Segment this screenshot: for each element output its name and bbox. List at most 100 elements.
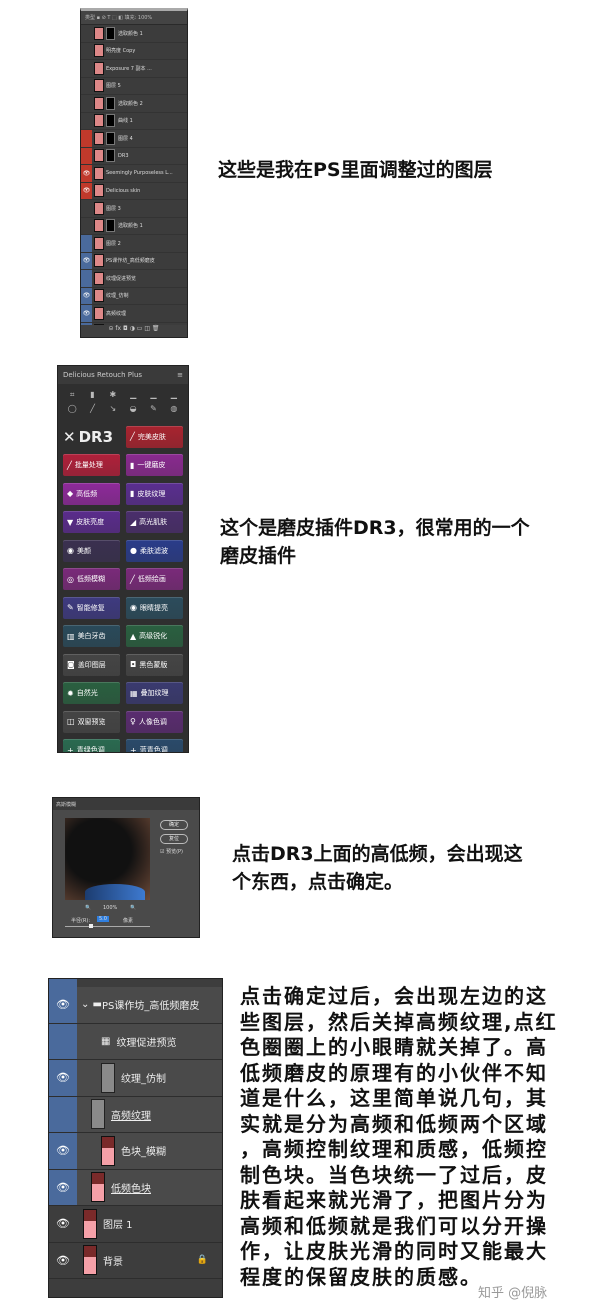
visibility-eye-icon[interactable] (81, 95, 92, 112)
layer-row[interactable]: 图层 5 (81, 78, 187, 95)
visibility-eye-icon[interactable] (81, 147, 92, 164)
dr3-button-10[interactable]: ◎ 低频模糊 (63, 568, 120, 590)
button-icon: ◎ (67, 574, 74, 584)
dr3-button-5[interactable]: ▮ 皮肤纹理 (126, 482, 183, 505)
visibility-eye-icon[interactable] (81, 235, 92, 252)
ok-button[interactable]: 确定 (160, 820, 188, 830)
dr3-button-23[interactable]: + 蓝青色调 (126, 739, 183, 752)
tool-icon[interactable]: ◍ (166, 404, 182, 413)
layer-row[interactable]: 选取颜色 1 (81, 218, 187, 235)
layer-thumbnail (94, 254, 104, 268)
layer-row[interactable]: 高频纹理 (49, 1096, 222, 1133)
visibility-eye-icon[interactable]: 👁 (49, 1169, 77, 1205)
tool-icon[interactable]: ⌗ (64, 390, 80, 400)
dr3-button-19[interactable]: ▦ 叠加纹理 (126, 682, 183, 704)
tool-icon[interactable]: ▁ (125, 390, 141, 400)
dr3-button-4[interactable]: ◆ 高低频 (63, 482, 120, 505)
visibility-eye-icon[interactable]: 👁 (81, 287, 92, 304)
visibility-eye-icon[interactable] (81, 113, 92, 130)
visibility-eye-icon[interactable]: 👁 (81, 305, 92, 322)
visibility-eye-icon[interactable]: 👁 (81, 252, 92, 269)
layer-row[interactable]: 👁 色块_模糊 (49, 1133, 222, 1170)
dr3-button-7[interactable]: ◢ 高光肌肤 (126, 511, 183, 533)
tool-icon[interactable]: ◒ (125, 404, 141, 413)
dr3-button-20[interactable]: ◫ 双窗预览 (63, 710, 120, 733)
visibility-eye-icon[interactable]: 👁 (49, 1243, 77, 1279)
slider-handle[interactable] (89, 924, 93, 928)
dr3-button-6[interactable]: ▼ 皮肤亮度 (63, 511, 120, 533)
preview-checkbox[interactable]: ☑ 预览(P) (160, 848, 183, 855)
tool-icon[interactable]: ▮ (84, 390, 100, 400)
visibility-eye-icon[interactable] (81, 60, 92, 77)
layer-row[interactable]: 👁 图层 1 (49, 1206, 222, 1243)
visibility-eye-icon[interactable]: 👁 (49, 1133, 77, 1169)
layer-row[interactable]: 👁 低频色块 (49, 1169, 222, 1206)
layer-row[interactable]: 纹理促进预览 (81, 270, 187, 288)
visibility-eye-icon[interactable]: 👁 (81, 182, 92, 199)
folder-icon[interactable]: ⌄ ▬ (81, 999, 102, 1010)
dr3-button-1[interactable]: ╱ 完美皮肤 (126, 425, 183, 448)
visibility-eye-icon[interactable] (81, 130, 92, 147)
tool-icon[interactable]: ▁ (145, 390, 161, 400)
layer-row[interactable]: 👁 PS课作坊_高低频磨皮 (81, 252, 187, 270)
layer-row[interactable]: 👁 背景 🔒 (49, 1243, 222, 1279)
caption-line: ，高频控制纹理和质感，低频控 (240, 1137, 548, 1161)
visibility-eye-icon[interactable]: 👁 (49, 1206, 77, 1242)
dr3-button-22[interactable]: + 青绿色调 (63, 739, 120, 752)
layer-row[interactable]: 👁 Seemingly Purposeless L... (81, 165, 187, 183)
visibility-eye-icon[interactable]: 👁 (49, 987, 77, 1023)
tool-icon[interactable]: ◯ (64, 404, 80, 413)
menu-icon[interactable]: ≡ (177, 371, 183, 379)
layer-row[interactable]: Exposure 7 副本 ... (81, 60, 187, 78)
layer-row[interactable]: 👁 纹理_仿制 (81, 287, 187, 305)
tool-icon[interactable]: ✎ (145, 404, 161, 413)
dr3-button-13[interactable]: ◉ 眼睛提亮 (126, 596, 183, 619)
visibility-eye-icon[interactable]: 👁 (49, 1060, 77, 1096)
layer-row[interactable]: 👁 Delicious skin (81, 182, 187, 200)
tool-icon[interactable]: ╱ (84, 404, 100, 413)
visibility-eye-icon[interactable] (81, 218, 92, 235)
layer-row[interactable]: 图层 4 (81, 130, 187, 148)
zoom-out-icon[interactable]: 🔍 (85, 905, 91, 911)
layer-row[interactable]: 图层 2 (81, 235, 187, 253)
layer-row[interactable]: 曲线 1 (81, 113, 187, 130)
layer-row[interactable]: DR3 (81, 147, 187, 165)
layer-row[interactable]: ▦ 纹理促进预览 (49, 1023, 222, 1060)
dr3-button-14[interactable]: ▥ 美白牙齿 (63, 625, 120, 647)
layer-thumbnail (94, 96, 104, 110)
dr3-button-16[interactable]: ◙ 盖印图层 (63, 653, 120, 676)
layer-row[interactable]: 👁 高频纹理 (81, 305, 187, 323)
layer-row[interactable]: 明亮度 Copy (81, 43, 187, 60)
dr3-button-2[interactable]: ╱ 批量处理 (63, 454, 120, 476)
radius-slider[interactable] (65, 926, 150, 927)
visibility-eye-icon[interactable] (81, 25, 92, 42)
tool-icon[interactable]: ✱ (105, 390, 121, 400)
dr3-button-21[interactable]: ♀ 人像色调 (126, 710, 183, 733)
dr3-button-12[interactable]: ✎ 智能修复 (63, 596, 120, 619)
visibility-eye-icon[interactable] (81, 43, 92, 60)
visibility-eye-icon[interactable] (49, 1096, 77, 1132)
tool-icon[interactable]: ▁ (166, 390, 182, 400)
layer-row[interactable]: 图层 3 (81, 200, 187, 218)
visibility-eye-icon[interactable] (81, 78, 92, 95)
radius-input[interactable]: 5.0 (97, 916, 109, 922)
reset-button[interactable]: 复位 (160, 834, 188, 844)
dr3-button-17[interactable]: ◘ 黑色蒙版 (126, 653, 183, 676)
dr3-button-3[interactable]: ▮ 一键磨皮 (126, 454, 183, 476)
layer-row[interactable]: 选取颜色 1 (81, 25, 187, 43)
zoom-in-icon[interactable]: 🔍 (130, 905, 136, 911)
layer-row[interactable]: 选取颜色 2 (81, 95, 187, 113)
visibility-eye-icon[interactable] (81, 200, 92, 217)
visibility-eye-icon[interactable] (81, 270, 92, 287)
layer-row[interactable]: 👁 纹理_仿制 (49, 1060, 222, 1097)
layer-row[interactable]: 👁 ⌄ ▬ PS课作坊_高低频磨皮 (49, 987, 222, 1024)
dr3-button-8[interactable]: ◉ 美颜 (63, 539, 120, 562)
visibility-eye-icon[interactable]: 👁 (81, 165, 92, 182)
layer-thumbnail (101, 1135, 115, 1166)
dr3-button-18[interactable]: ✹ 自然光 (63, 682, 120, 704)
dr3-button-15[interactable]: ▲ 高级锐化 (126, 625, 183, 647)
dr3-button-9[interactable]: ● 柔肤滤波 (126, 539, 183, 562)
dr3-button-11[interactable]: ╱ 低频绘画 (126, 568, 183, 590)
visibility-eye-icon[interactable] (49, 1023, 77, 1059)
tool-icon[interactable]: ↘ (105, 404, 121, 413)
